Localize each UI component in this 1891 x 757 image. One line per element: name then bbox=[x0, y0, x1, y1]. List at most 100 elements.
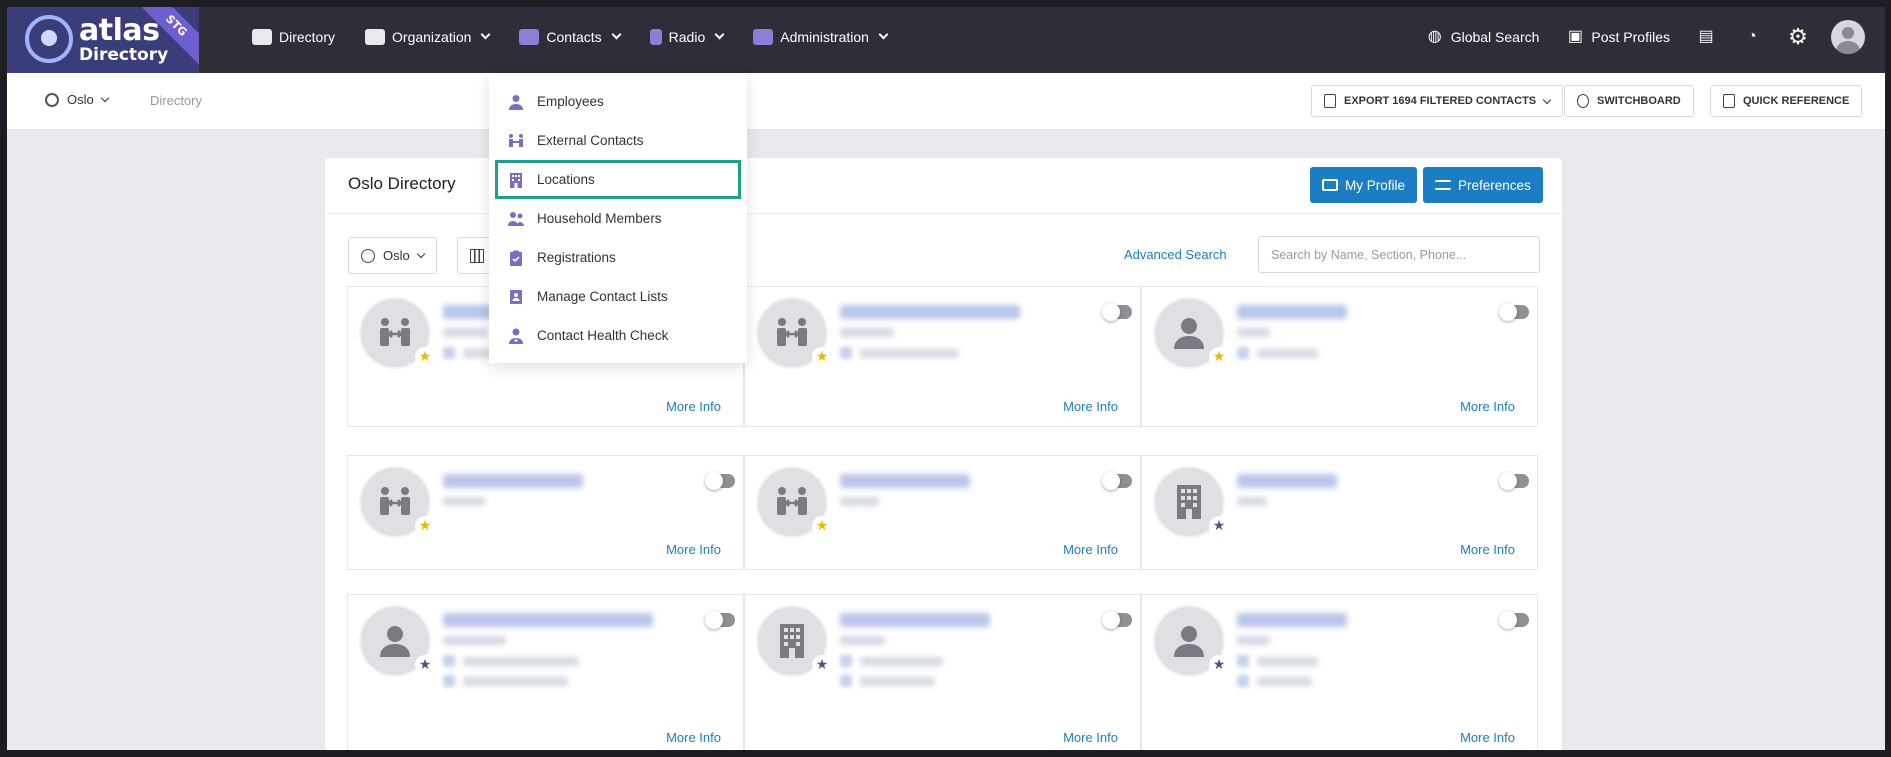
star-icon[interactable]: ★ bbox=[1209, 347, 1229, 367]
global-search-label: Global Search bbox=[1450, 28, 1540, 45]
contact-card[interactable]: ★ More Info bbox=[1141, 594, 1538, 757]
nav-administration-label: Administration bbox=[780, 28, 869, 45]
menu-item-employees[interactable]: Employees bbox=[489, 82, 747, 121]
menu-item-label: Household Members bbox=[537, 211, 662, 226]
contact-toggle[interactable] bbox=[1102, 611, 1132, 629]
menu-item-registrations[interactable]: Registrations bbox=[489, 238, 747, 277]
contact-card[interactable]: ★ More Info bbox=[1141, 286, 1538, 427]
my-profile-button[interactable]: My Profile bbox=[1310, 167, 1418, 203]
switchboard-button[interactable]: SWITCHBOARD bbox=[1564, 85, 1694, 117]
preferences-label: Preferences bbox=[1458, 177, 1531, 193]
more-info-link[interactable]: More Info bbox=[666, 730, 721, 745]
nav-administration[interactable]: Administration bbox=[741, 0, 899, 73]
location-filter[interactable]: Oslo bbox=[348, 237, 437, 274]
more-info-link[interactable]: More Info bbox=[1460, 399, 1515, 414]
menu-item-contact-health-check[interactable]: Contact Health Check bbox=[489, 316, 747, 355]
contact-detail-redacted bbox=[840, 497, 879, 506]
post-profiles-link[interactable]: ▣ Post Profiles bbox=[1552, 28, 1683, 46]
more-info-link[interactable]: More Info bbox=[666, 542, 721, 557]
contact-toggle[interactable] bbox=[705, 472, 735, 490]
broadcast-icon: ◔ bbox=[1747, 27, 1757, 45]
address-book-icon bbox=[1723, 94, 1735, 108]
export-contacts-button[interactable]: EXPORT 1694 FILTERED CONTACTS bbox=[1311, 85, 1564, 117]
more-info-link[interactable]: More Info bbox=[1063, 542, 1118, 557]
brand-logo[interactable]: atlas Directory STG bbox=[7, 7, 199, 73]
file-excel-icon bbox=[1324, 94, 1336, 108]
contact-card[interactable]: ★ More Info bbox=[744, 286, 1141, 427]
contact-detail-redacted bbox=[860, 349, 959, 358]
more-info-link[interactable]: More Info bbox=[1460, 730, 1515, 745]
menu-item-locations[interactable]: Locations bbox=[495, 160, 741, 199]
building-icon bbox=[780, 624, 804, 658]
nav-right: ◍ Global Search ▣ Post Profiles ▤ ◔ ⚙ bbox=[1412, 0, 1885, 73]
contact-card[interactable]: ★ More Info bbox=[744, 455, 1141, 570]
location-selector[interactable]: Oslo bbox=[45, 92, 109, 107]
handshake-icon bbox=[380, 487, 410, 515]
star-icon[interactable]: ★ bbox=[415, 347, 435, 367]
contact-toggle[interactable] bbox=[705, 611, 735, 629]
star-icon[interactable]: ★ bbox=[1209, 516, 1229, 536]
nav-directory[interactable]: Directory bbox=[240, 0, 347, 73]
contact-toggle[interactable] bbox=[1499, 472, 1529, 490]
radio-icon bbox=[649, 28, 662, 45]
directory-icon bbox=[252, 28, 272, 45]
phone-icon bbox=[1237, 655, 1249, 667]
clipboard-button[interactable]: ▤ bbox=[1683, 28, 1729, 46]
person-icon bbox=[1174, 318, 1204, 349]
star-icon[interactable]: ★ bbox=[812, 655, 832, 675]
atlas-logo-icon bbox=[25, 15, 73, 63]
nav-radio[interactable]: Radio bbox=[638, 0, 736, 73]
person-icon bbox=[380, 626, 410, 657]
menu-item-label: External Contacts bbox=[537, 133, 644, 148]
person-icon bbox=[509, 94, 523, 110]
phone-icon bbox=[443, 655, 455, 667]
contact-toggle[interactable] bbox=[1102, 472, 1132, 490]
star-icon[interactable]: ★ bbox=[812, 347, 832, 367]
more-info-link[interactable]: More Info bbox=[1460, 542, 1515, 557]
star-icon[interactable]: ★ bbox=[415, 516, 435, 536]
gears-icon: ⚙ bbox=[1788, 23, 1808, 49]
contact-toggle[interactable] bbox=[1499, 611, 1529, 629]
user-avatar[interactable] bbox=[1831, 19, 1865, 54]
breadcrumb[interactable]: Directory bbox=[150, 93, 202, 108]
search-input[interactable] bbox=[1258, 236, 1540, 273]
quick-reference-label: QUICK REFERENCE bbox=[1743, 95, 1850, 107]
contact-toggle[interactable] bbox=[1499, 303, 1529, 321]
star-icon[interactable]: ★ bbox=[1209, 655, 1229, 675]
menu-item-household-members[interactable]: Household Members bbox=[489, 199, 747, 238]
advanced-search-link[interactable]: Advanced Search bbox=[1124, 247, 1227, 262]
contact-detail-redacted bbox=[1257, 657, 1318, 666]
star-icon[interactable]: ★ bbox=[812, 516, 832, 536]
nav-contacts[interactable]: Contacts bbox=[507, 0, 631, 73]
headset-icon bbox=[1577, 94, 1589, 108]
grid-icon bbox=[470, 248, 484, 263]
contact-detail-redacted bbox=[840, 636, 885, 645]
contact-toggle[interactable] bbox=[1102, 303, 1132, 321]
contact-card[interactable]: ★ More Info bbox=[1141, 455, 1538, 570]
nav-organization[interactable]: Organization bbox=[353, 0, 501, 73]
contact-name-redacted bbox=[840, 474, 970, 488]
menu-item-manage-contact-lists[interactable]: Manage Contact Lists bbox=[489, 277, 747, 316]
more-info-link[interactable]: More Info bbox=[1063, 730, 1118, 745]
global-search-link[interactable]: ◍ Global Search bbox=[1412, 28, 1553, 46]
broadcast-button[interactable]: ◔ bbox=[1729, 28, 1775, 46]
contacts-icon bbox=[519, 28, 540, 45]
contact-detail-redacted bbox=[860, 677, 935, 686]
star-icon[interactable]: ★ bbox=[415, 655, 435, 675]
more-info-link[interactable]: More Info bbox=[666, 399, 721, 414]
phone-icon bbox=[840, 347, 852, 359]
quick-reference-button[interactable]: QUICK REFERENCE bbox=[1710, 85, 1863, 117]
contact-card[interactable]: ★ More Info bbox=[347, 455, 744, 570]
settings-button[interactable]: ⚙ bbox=[1775, 23, 1821, 49]
menu-item-label: Employees bbox=[537, 94, 604, 109]
export-label: EXPORT 1694 FILTERED CONTACTS bbox=[1344, 95, 1537, 107]
contact-name-redacted bbox=[1237, 474, 1337, 488]
chevron-down-icon bbox=[480, 29, 491, 40]
chevron-down-icon bbox=[714, 29, 725, 40]
contact-name-redacted bbox=[443, 474, 583, 488]
contact-card[interactable]: ★ More Info bbox=[744, 594, 1141, 757]
more-info-link[interactable]: More Info bbox=[1063, 399, 1118, 414]
menu-item-external-contacts[interactable]: External Contacts bbox=[489, 121, 747, 160]
preferences-button[interactable]: Preferences bbox=[1423, 167, 1543, 203]
contact-card[interactable]: ★ More Info bbox=[347, 594, 744, 757]
